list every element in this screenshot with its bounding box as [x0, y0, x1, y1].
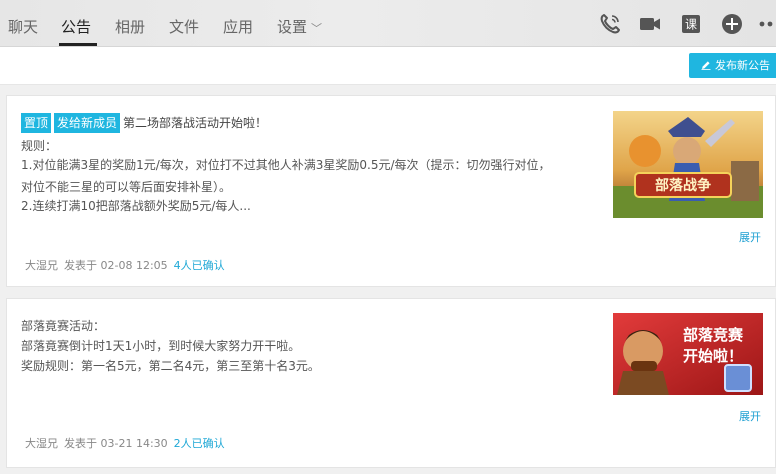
image-caption: 部落战争 — [655, 177, 711, 194]
phone-icon[interactable] — [598, 12, 622, 36]
post-time: 发表于 02-08 12:05 — [64, 259, 168, 272]
announcement-line: 2.连续打满10把部落战额外奖励5元/每人... — [21, 199, 251, 213]
lesson-glyph: 课 — [685, 18, 697, 32]
chevron-down-icon: ﹀ — [311, 22, 323, 35]
announcement-image[interactable]: 部落竞赛 开始啦！ — [613, 313, 763, 395]
author-name: 大湿兄 — [25, 437, 58, 450]
announcement-line: 部落竟赛活动： — [21, 319, 106, 333]
post-time: 发表于 03-21 14:30 — [64, 437, 168, 450]
announcement-meta: 大湿兄 发表于 02-08 12:05 4人已确认 — [25, 257, 231, 273]
announcement-line: 规则： — [21, 139, 58, 153]
tab-settings-label: 设置 — [277, 18, 308, 36]
expand-link[interactable]: 展开 — [739, 229, 761, 245]
image-caption-line2: 开始啦！ — [683, 347, 743, 365]
announcement-meta: 大湿兄 发表于 03-21 14:30 2人已确认 — [25, 435, 231, 451]
video-icon[interactable] — [638, 12, 662, 36]
publish-button-label: 发布新公告 — [715, 59, 770, 72]
announcement-line: 部落竟赛倒计时1天1小时，到时候大家努力开干啦。 — [21, 339, 301, 353]
tab-settings[interactable]: 设置 ﹀ — [277, 16, 322, 37]
announcement-image[interactable]: 部落战争 — [613, 111, 763, 218]
pinned-tag: 置顶 — [21, 113, 52, 133]
active-tab-indicator — [59, 43, 97, 46]
top-nav-bar: 聊天 公告 相册 文件 应用 设置 ﹀ 课 — [0, 0, 776, 47]
more-icon[interactable] — [758, 12, 776, 36]
announcement-line: 对位不能三星的可以等后面安排补星）。 — [21, 180, 232, 194]
tab-album[interactable]: 相册 — [115, 16, 145, 37]
tab-files[interactable]: 文件 — [169, 16, 199, 37]
tab-announcements[interactable]: 公告 — [61, 16, 91, 37]
tab-apps[interactable]: 应用 — [223, 16, 253, 37]
announcement-card[interactable]: 置顶 发给新成员 第二场部落战活动开始啦！ 规则： 1.对位能满3星的奖励1元/每次… — [6, 95, 776, 287]
lesson-icon[interactable]: 课 — [679, 12, 703, 36]
announcement-card[interactable]: 部落竟赛活动： 部落竟赛倒计时1天1小时，到时候大家努力开干啦。 奖励规则：第一… — [6, 298, 776, 468]
confirmed-count-link[interactable]: 2人已确认 — [174, 437, 225, 450]
confirmed-count-link[interactable]: 4人已确认 — [174, 259, 225, 272]
announcement-line: 奖励规则：第一名5元，第二名4元，第三至第十名3元。 — [21, 359, 320, 373]
add-icon[interactable] — [720, 12, 744, 36]
new-member-tag: 发给新成员 — [54, 113, 121, 133]
action-row: 发布新公告 — [0, 47, 776, 85]
pen-icon — [701, 53, 711, 78]
announcement-line: 1.对位能满3星的奖励1元/每次，对位打不过其他人补满3星奖励0.5元/每次（提… — [21, 158, 551, 172]
expand-link[interactable]: 展开 — [739, 408, 761, 424]
tab-chat[interactable]: 聊天 — [8, 16, 38, 37]
announcement-title: 第二场部落战活动开始啦！ — [123, 116, 268, 130]
author-name: 大湿兄 — [25, 259, 58, 272]
publish-announcement-button[interactable]: 发布新公告 — [689, 53, 776, 78]
announcement-header: 置顶 发给新成员 第二场部落战活动开始啦！ — [21, 113, 267, 133]
image-caption-line1: 部落竞赛 — [683, 326, 744, 344]
